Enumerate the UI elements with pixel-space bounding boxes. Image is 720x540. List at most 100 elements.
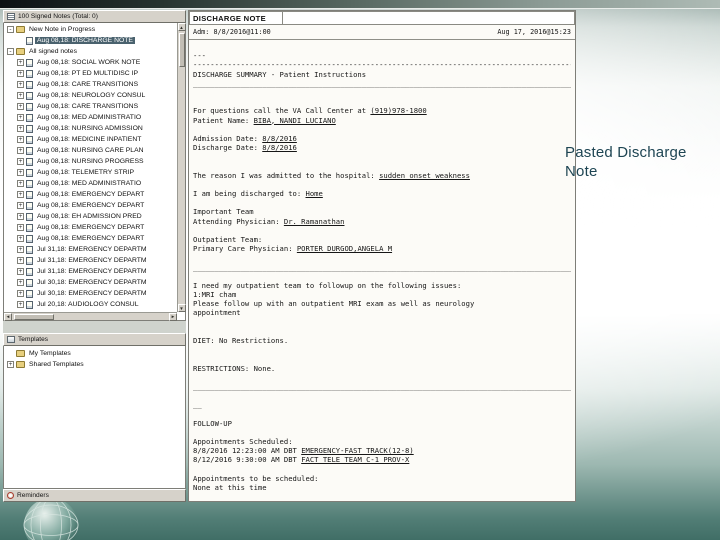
tree-group-row[interactable]: - New Note in Progress [5,24,176,35]
templates-drawer-header[interactable]: Templates [3,333,186,346]
signed-notes-header[interactable]: 100 Signed Notes (Total: 0) [3,10,186,23]
note-tree-item[interactable]: + Aug 08,18: MEDICINE INPATIENT [5,134,176,145]
vertical-scroll-thumb[interactable] [178,33,185,67]
note-icon [26,168,33,177]
expand-icon[interactable]: + [17,158,24,165]
panel-splitter[interactable] [3,321,186,333]
note-line: Patient Name: BIBA, NANDI LUCIANO [193,115,336,125]
expand-icon[interactable]: + [17,147,24,154]
expand-icon[interactable]: + [17,191,24,198]
scroll-up-icon[interactable]: ▲ [177,23,186,31]
expand-icon[interactable]: + [17,279,24,286]
signed-notes-header-label: 100 Signed Notes (Total: 0) [18,13,98,20]
expand-icon[interactable]: + [17,246,24,253]
note-tree-item[interactable]: + Jul 20,18: AUDIOLOGY CONSUL [5,299,176,310]
note-tree-item[interactable]: + Jul 30,18: EMERGENCY DEPARTM [5,277,176,288]
reminders-drawer-button[interactable]: Reminders [3,489,186,502]
folder-icon [16,26,25,33]
tree-item-label: Aug 08,18: CARE TRANSITIONS [37,103,139,110]
notes-tree-rows[interactable]: - New Note in Progress Aug 08,18: DISCHARG… [5,24,176,311]
expand-icon[interactable]: + [17,70,24,77]
note-line [193,318,571,327]
expand-icon[interactable]: + [17,268,24,275]
note-tree-item[interactable]: + Aug 08,18: MED ADMINISTRATIO [5,112,176,123]
note-tree-item[interactable]: + Aug 08,18: NURSING CARE PLAN [5,145,176,156]
note-tree-item[interactable]: + Aug 08,18: NURSING ADMISSION [5,123,176,134]
scroll-down-icon[interactable]: ▼ [177,304,186,312]
note-tree-item[interactable]: + Aug 08,18: EMERGENCY DEPART [5,189,176,200]
note-tree-item[interactable]: + Aug 08,18: SOCIAL WORK NOTE [5,57,176,68]
annotation-pasted-discharge-note: Pasted Discharge Note [565,143,687,181]
notes-tree-horizontal-scrollbar[interactable]: ◄ ► [4,312,177,321]
expand-icon[interactable]: + [17,180,24,187]
note-line [193,42,571,51]
collapse-icon[interactable]: - [7,26,14,33]
note-tree-item[interactable]: + Jul 31,18: EMERGENCY DEPARTM [5,266,176,277]
note-line: 8/12/2016 9:30:00 AM DBT FACT TELE TEAM … [193,455,410,465]
templates-tree[interactable]: My Templates + Shared Templates [3,346,186,489]
note-tree-item[interactable]: + Aug 08,18: MED ADMINISTRATIO [5,178,176,189]
notes-tree-vertical-scrollbar[interactable]: ▲ ▼ [177,23,186,312]
note-icon [26,223,33,232]
expand-icon[interactable]: + [17,301,24,308]
expand-icon[interactable]: + [17,81,24,88]
note-tree-item[interactable]: + Aug 08,18: PT ED MULTIDISC IP [5,68,176,79]
note-icon [26,124,33,133]
expand-icon[interactable]: + [7,361,14,368]
annotation-line1: Pasted Discharge [565,144,687,161]
note-line: Discharge Date: 8/8/2016 [193,143,297,153]
note-body[interactable]: --- -------------------------------------… [189,40,575,501]
expand-icon[interactable]: + [17,59,24,66]
note-tree-item[interactable]: + Aug 08,18: CARE TRANSITIONS [5,101,176,112]
expand-icon[interactable]: + [17,103,24,110]
note-tree-item[interactable]: + Aug 08,18: EMERGENCY DEPART [5,200,176,211]
expand-icon[interactable]: + [17,235,24,242]
note-line [193,180,571,189]
note-tree-item[interactable]: + Aug 08,18: NEUROLOGY CONSUL [5,90,176,101]
expand-icon[interactable]: + [17,202,24,209]
note-tree-item[interactable]: + Jul 31,18: EMERGENCY DEPARTM [5,244,176,255]
note-line: ________________________________________… [193,381,571,391]
scroll-right-icon[interactable]: ► [169,312,177,321]
note-tree-item[interactable]: + Shared Templates [5,359,184,370]
note-icon [26,212,33,221]
tree-group-row[interactable]: - All signed notes [5,46,176,57]
expand-icon[interactable]: + [17,92,24,99]
note-tree-item[interactable]: + Aug 08,18: CARE TRANSITIONS [5,79,176,90]
expand-icon[interactable]: + [17,169,24,176]
folder-icon [16,361,25,368]
expand-icon[interactable]: + [17,114,24,121]
note-icon [26,245,33,254]
note-reference-date: Aug 17, 2016@15:23 [497,28,571,36]
note-icon [26,135,33,144]
note-tree-item[interactable]: Aug 08,18: DISCHARGE NOTE [5,35,176,46]
note-icon [26,201,33,210]
expand-icon[interactable]: + [17,224,24,231]
expand-icon[interactable]: + [17,125,24,132]
tree-item-label: New Note in Progress [29,26,96,33]
note-tree-item[interactable]: + Aug 08,18: NURSING PROGRESS [5,156,176,167]
collapse-icon[interactable]: - [7,48,14,55]
expand-icon[interactable]: + [17,257,24,264]
note-line [193,272,571,281]
note-tree-item[interactable]: + Aug 08,18: EH ADMISSION PRED [5,211,176,222]
note-tree-item[interactable]: + Aug 08,18: TELEMETRY STRIP [5,167,176,178]
horizontal-scroll-thumb[interactable] [14,313,54,320]
note-tree-item[interactable]: + Jul 31,18: EMERGENCY DEPARTM [5,255,176,266]
note-tree-item[interactable]: + Aug 08,18: EMERGENCY DEPART [5,222,176,233]
expand-icon[interactable]: + [17,290,24,297]
note-icon [26,256,33,265]
note-icon [26,179,33,188]
tree-item-label: Aug 08,18: EH ADMISSION PRED [37,213,142,220]
scroll-left-icon[interactable]: ◄ [4,312,12,321]
expand-icon[interactable]: + [17,213,24,220]
notes-tree: - New Note in Progress Aug 08,18: DISCHARG… [3,23,186,321]
note-tree-item[interactable]: My Templates [5,348,184,359]
tree-item-label: Aug 08,18: PT ED MULTIDISC IP [37,70,138,77]
note-tree-item[interactable]: + Jul 30,18: EMERGENCY DEPARTM [5,288,176,299]
note-tree-item[interactable]: + Aug 08,18: EMERGENCY DEPART [5,233,176,244]
expand-icon[interactable]: + [17,136,24,143]
note-line: appointment [193,308,241,318]
note-line: None at this time [193,483,267,492]
note-line [193,253,571,262]
